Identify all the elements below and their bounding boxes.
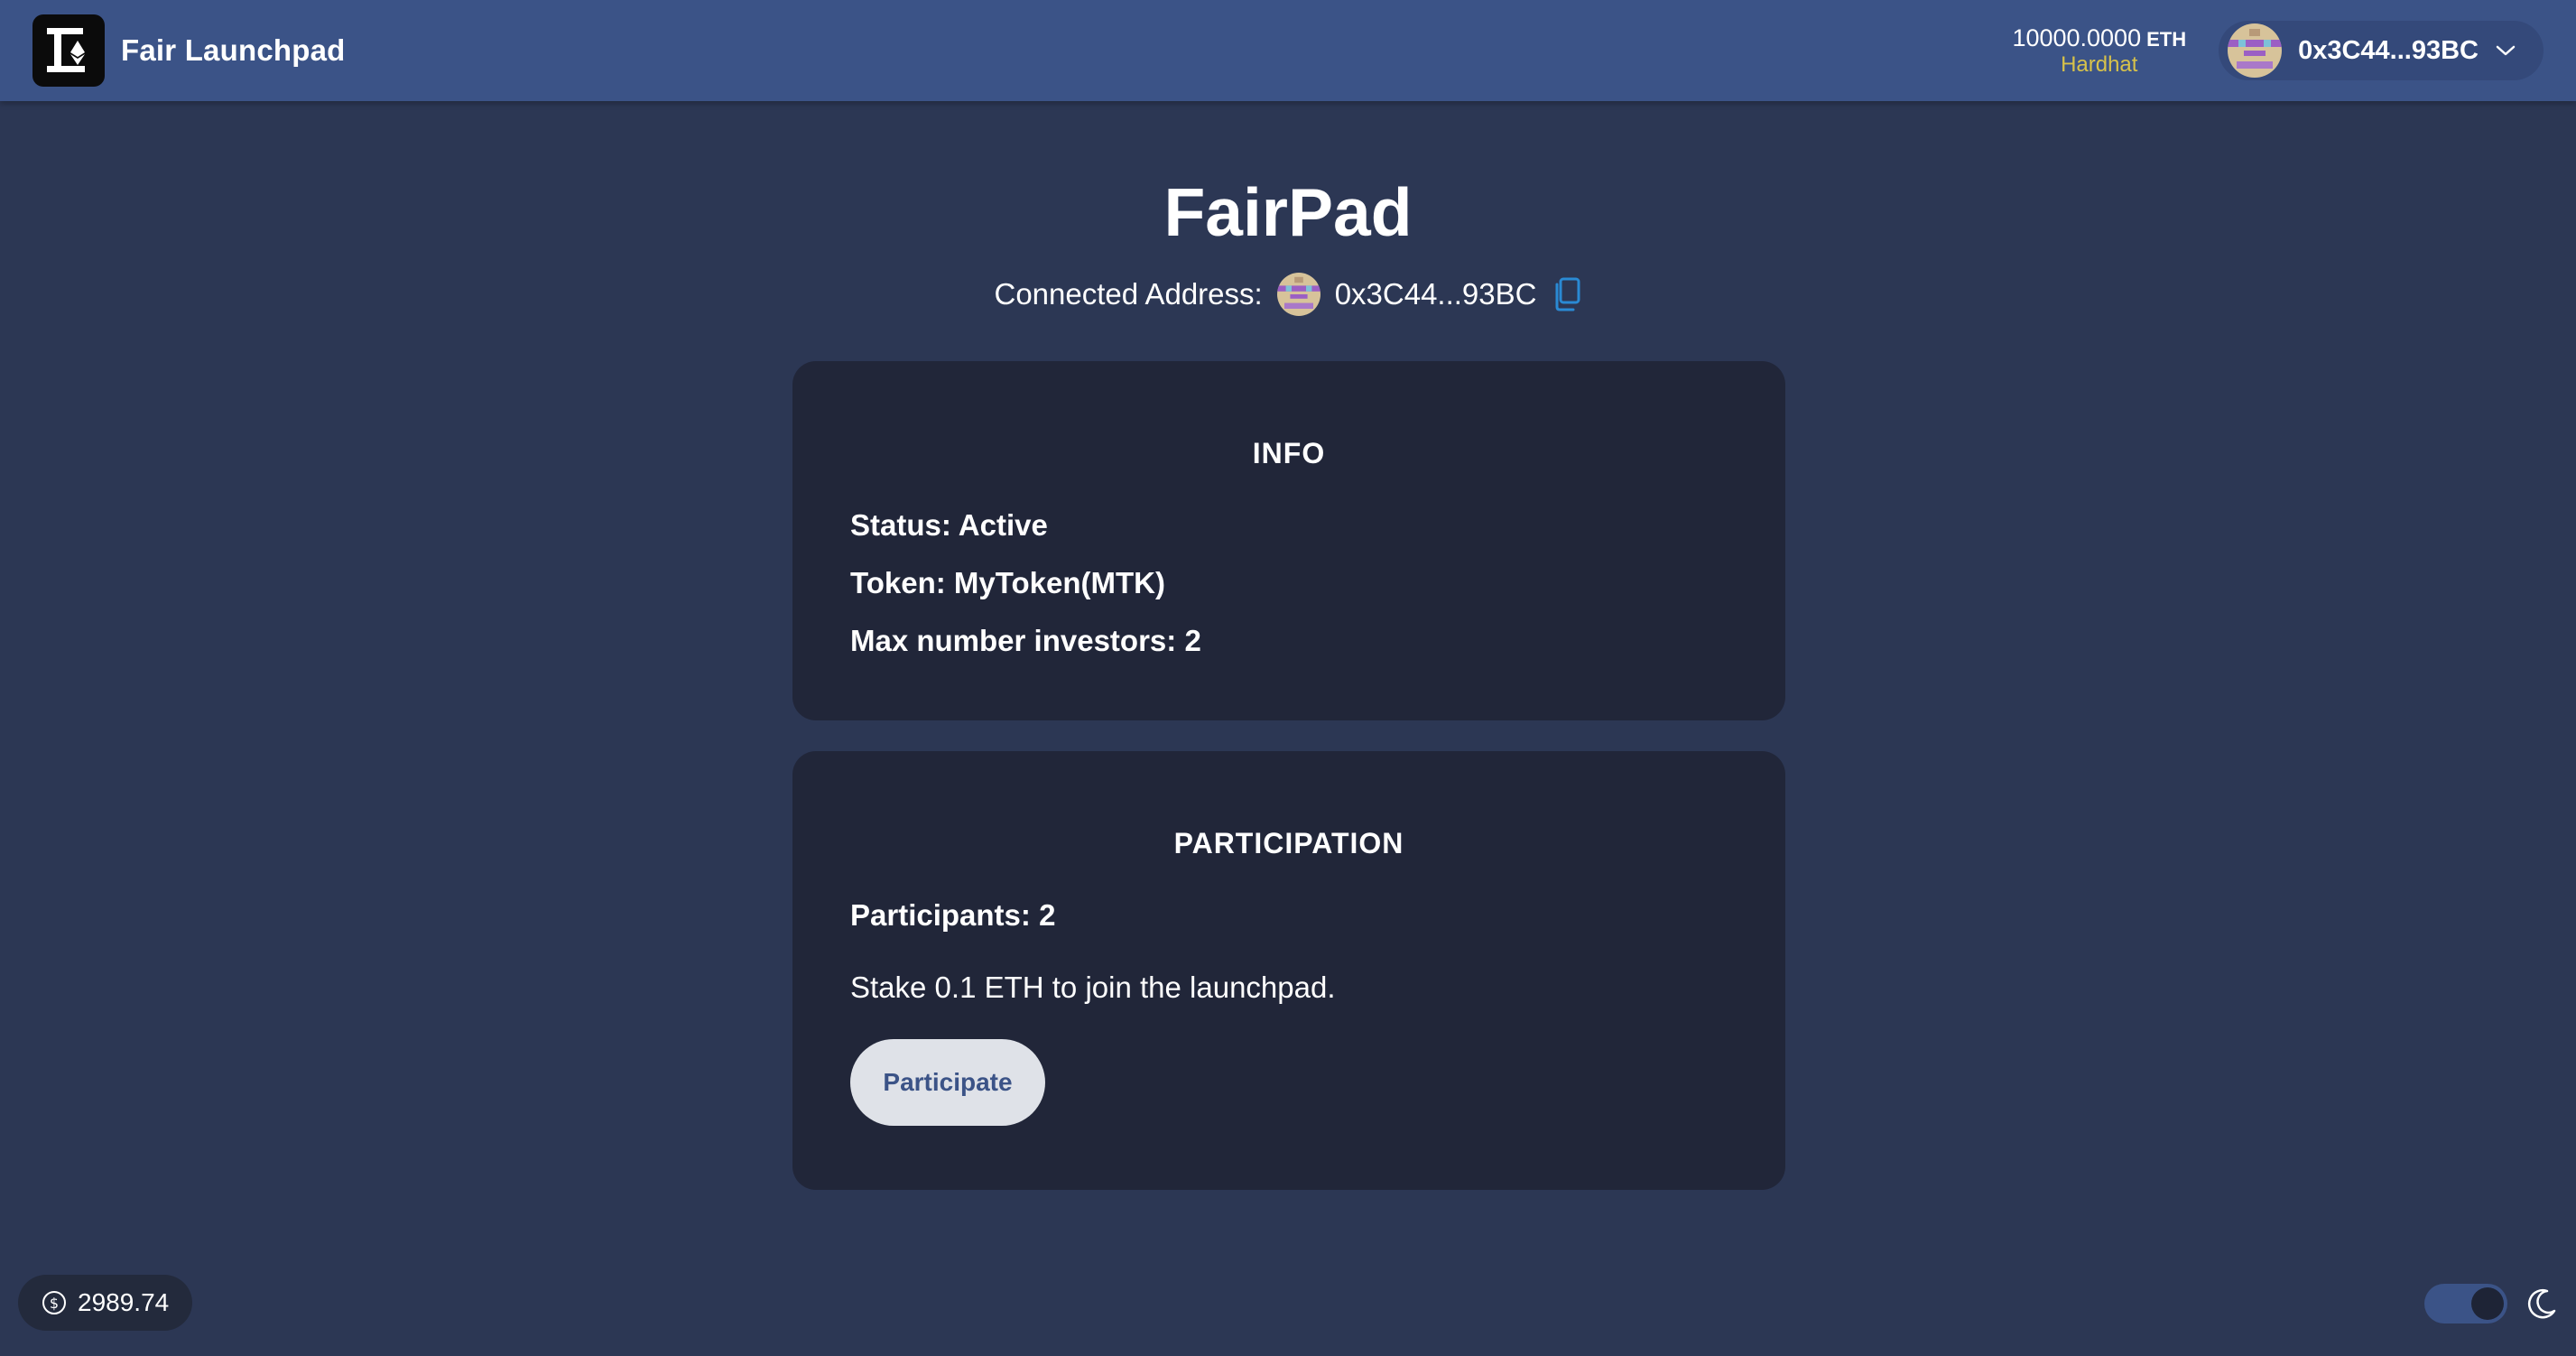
moon-icon xyxy=(2527,1289,2556,1319)
connected-address-label: Connected Address: xyxy=(994,277,1263,311)
eth-price-value: 2989.74 xyxy=(78,1288,170,1316)
copy-icon[interactable] xyxy=(1552,277,1582,311)
connected-address-value: 0x3C44...93BC xyxy=(1334,277,1537,311)
balance-amount: 10000.0000 xyxy=(2012,23,2142,51)
token-value: MyToken(MTK) xyxy=(953,566,1165,599)
toggle-knob xyxy=(2471,1287,2504,1320)
status-label: Status: xyxy=(850,508,951,542)
stake-instruction: Stake 0.1 ETH to join the launchpad. xyxy=(850,971,1336,1004)
balance-unit: ETH xyxy=(2146,27,2187,51)
participation-card: PARTICIPATION Participants: 2 Stake 0.1 … xyxy=(792,751,1785,1190)
brand-name: Fair Launchpad xyxy=(121,33,346,67)
max-investors-value: 2 xyxy=(1184,624,1201,657)
participants-line: Participants: 2 xyxy=(850,898,1728,933)
info-card: INFO Status: Active Token: MyToken(MTK) … xyxy=(792,361,1785,720)
network-name: Hardhat xyxy=(2061,51,2138,77)
brand-link[interactable]: Fair Launchpad xyxy=(32,14,346,87)
max-investors-label: Max number investors: xyxy=(850,624,1177,657)
account-address: 0x3C44...93BC xyxy=(2298,35,2479,65)
connected-address-row: Connected Address: 0x3C44...93BC xyxy=(0,273,2576,316)
participation-heading: PARTICIPATION xyxy=(1173,827,1404,859)
blockie-avatar-icon xyxy=(2228,23,2283,78)
participants-value: 2 xyxy=(1039,898,1056,932)
svg-text:$: $ xyxy=(50,1295,59,1312)
info-heading: INFO xyxy=(1252,437,1326,469)
participants-label: Participants: xyxy=(850,898,1031,932)
dollar-circle-icon: $ xyxy=(42,1291,66,1314)
max-investors-line: Max number investors: 2 xyxy=(850,624,1728,658)
theme-toggle-switch[interactable] xyxy=(2424,1284,2507,1323)
page-title: FairPad xyxy=(1163,174,1413,250)
token-label: Token: xyxy=(850,566,946,599)
participate-button[interactable]: Participate xyxy=(850,1039,1045,1126)
top-navbar: Fair Launchpad 10000.0000 ETH Hardhat 0x… xyxy=(0,0,2576,101)
chevron-down-icon xyxy=(2496,45,2516,56)
status-value: Active xyxy=(958,508,1048,542)
launchpad-logo-icon xyxy=(32,14,105,87)
wallet-balance: 10000.0000 ETH Hardhat xyxy=(2012,24,2186,78)
status-line: Status: Active xyxy=(850,508,1728,543)
blockie-avatar-icon xyxy=(1276,273,1320,316)
account-dropdown-button[interactable]: 0x3C44...93BC xyxy=(2219,21,2544,80)
eth-price-badge: $ 2989.74 xyxy=(18,1275,193,1331)
token-line: Token: MyToken(MTK) xyxy=(850,566,1728,600)
